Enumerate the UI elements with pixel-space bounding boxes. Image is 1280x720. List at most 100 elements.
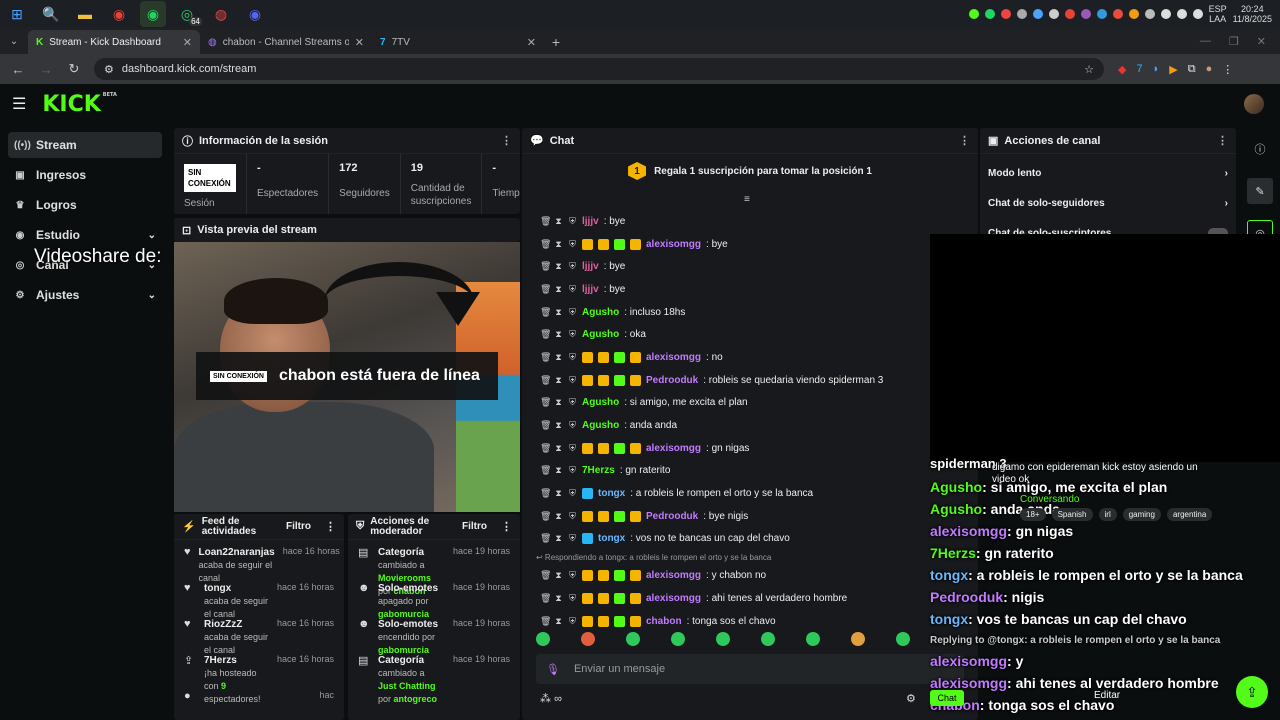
timeout-icon[interactable]: ⧗ <box>554 593 563 604</box>
menu-dots-icon[interactable]: ⋮ <box>1222 63 1233 76</box>
trash-icon[interactable]: 🗑 <box>540 533 551 544</box>
close-icon[interactable]: ✕ <box>183 36 192 49</box>
url-input[interactable]: ⚙ dashboard.kick.com/stream ☆ <box>94 58 1104 80</box>
chat-username[interactable]: Agusho <box>582 420 619 431</box>
kick-logo[interactable]: KICK BETA <box>42 92 117 117</box>
ban-icon[interactable]: ⛨ <box>568 488 577 499</box>
trash-icon[interactable]: 🗑 <box>540 465 551 476</box>
timeout-icon[interactable]: ⧗ <box>554 511 563 522</box>
extension-icon[interactable]: ◆ <box>1118 63 1126 76</box>
close-icon[interactable]: ✕ <box>527 36 536 49</box>
close-window-icon[interactable]: ✕ <box>1257 35 1266 48</box>
app-icon[interactable]: ◍ <box>208 1 234 27</box>
chat-username[interactable]: Pedrooduk <box>646 375 698 386</box>
timeout-icon[interactable]: ⧗ <box>554 375 563 386</box>
emote-icon[interactable] <box>581 632 595 646</box>
7tv-extension-icon[interactable]: 7 <box>1136 63 1142 75</box>
sidebar-item-stream[interactable]: ((•)) Stream <box>8 132 162 158</box>
chrome-icon[interactable]: ◉ <box>106 1 132 27</box>
trash-icon[interactable]: 🗑 <box>540 239 551 250</box>
trash-icon[interactable]: 🗑 <box>540 443 551 454</box>
trash-icon[interactable]: 🗑 <box>540 329 551 340</box>
more-options-icon[interactable]: ⋮ <box>501 134 512 147</box>
chat-input[interactable]: 🎙 Enviar un mensaje <box>536 654 964 684</box>
trash-icon[interactable]: 🗑 <box>540 420 551 431</box>
ban-icon[interactable]: ⛨ <box>568 352 577 363</box>
ban-icon[interactable]: ⛨ <box>568 329 577 340</box>
filter-button[interactable]: Filtro <box>462 521 487 532</box>
edit-icon[interactable]: ✎ <box>1247 178 1273 204</box>
site-info-icon[interactable]: ⚙ <box>104 63 114 76</box>
emote-icon[interactable] <box>671 632 685 646</box>
profile-avatar[interactable]: ● <box>1206 63 1213 75</box>
trash-icon[interactable]: 🗑 <box>540 593 551 604</box>
chat-username[interactable]: alexisomgg <box>646 570 701 581</box>
reload-button[interactable]: ↻ <box>62 57 86 81</box>
tab-channel-streams[interactable]: ◍ chabon - Channel Streams on Kick ✕ <box>200 30 372 54</box>
hamburger-menu-icon[interactable]: ☰ <box>12 94 26 114</box>
ban-icon[interactable]: ⛨ <box>568 616 577 627</box>
feed-user[interactable]: Loan22naranjas <box>199 546 275 559</box>
chat-username[interactable]: alexisomgg <box>646 593 701 604</box>
more-options-icon[interactable]: ⋮ <box>501 520 512 533</box>
spotify-icon[interactable]: ◉ <box>140 1 166 27</box>
ban-icon[interactable]: ⛨ <box>568 216 577 227</box>
search-icon[interactable]: 🔍 <box>38 1 64 27</box>
ban-icon[interactable]: ⛨ <box>568 375 577 386</box>
sidebar-item-logros[interactable]: ♛ Logros <box>8 192 162 218</box>
maximize-icon[interactable]: ❐ <box>1229 35 1239 48</box>
timeout-icon[interactable]: ⧗ <box>554 488 563 499</box>
timeout-icon[interactable]: ⧗ <box>554 465 563 476</box>
chat-settings-icon[interactable]: ⚙ <box>906 692 916 705</box>
chat-username[interactable]: Agusho <box>582 329 619 340</box>
more-options-icon[interactable]: ⋮ <box>1217 134 1228 147</box>
ban-icon[interactable]: ⛨ <box>568 239 577 250</box>
extension-icon[interactable]: ◗ <box>1153 63 1160 75</box>
chat-username[interactable]: ljjjv <box>582 216 599 227</box>
followers-only-item[interactable]: Chat de solo-seguidores › <box>980 188 1236 218</box>
timeout-icon[interactable]: ⧗ <box>554 570 563 581</box>
timeout-icon[interactable]: ⧗ <box>554 239 563 250</box>
more-options-icon[interactable]: ⋮ <box>325 520 336 533</box>
trash-icon[interactable]: 🗑 <box>540 352 551 363</box>
gift-sub-banner[interactable]: 1 Regala 1 suscripción para tomar la pos… <box>522 154 978 188</box>
chat-username[interactable]: alexisomgg <box>646 239 701 250</box>
feed-user[interactable]: RiozZzZ <box>204 618 269 631</box>
chat-username[interactable]: tongx <box>598 488 625 499</box>
tray-app-icon[interactable] <box>1032 9 1043 19</box>
share-icon[interactable]: ⇪ <box>1236 676 1268 708</box>
tag-pill[interactable]: 18+ <box>1020 508 1046 521</box>
ban-icon[interactable]: ⛨ <box>568 511 577 522</box>
extension-icon[interactable]: ▶ <box>1169 63 1177 76</box>
chat-username[interactable]: chabon <box>646 616 682 627</box>
file-explorer-icon[interactable]: ▬ <box>72 1 98 27</box>
trash-icon[interactable]: 🗑 <box>540 616 551 627</box>
timeout-icon[interactable]: ⧗ <box>554 261 563 272</box>
timeout-icon[interactable]: ⧗ <box>554 284 563 295</box>
discord-icon[interactable]: ◉ <box>242 1 268 27</box>
chat-username[interactable]: Agusho <box>582 307 619 318</box>
trash-icon[interactable]: 🗑 <box>540 261 551 272</box>
ban-icon[interactable]: ⛨ <box>568 533 577 544</box>
more-options-icon[interactable]: ⋮ <box>959 134 970 147</box>
forward-button[interactable]: → <box>34 57 58 81</box>
new-tab-button[interactable]: + <box>544 30 568 54</box>
overlay-edit-label[interactable]: Editar <box>1094 690 1120 701</box>
infinity-icon[interactable]: ∞ <box>554 693 562 705</box>
bookmark-star-icon[interactable]: ☆ <box>1084 63 1094 76</box>
back-button[interactable]: ← <box>6 57 30 81</box>
timeout-icon[interactable]: ⧗ <box>554 397 563 408</box>
tag-pill[interactable]: Spanish <box>1051 508 1093 521</box>
tray-app-icon[interactable] <box>1112 9 1123 19</box>
minimize-icon[interactable]: — <box>1200 35 1211 47</box>
mic-icon[interactable]: 🎙 <box>546 663 560 676</box>
filter-button[interactable]: Filtro <box>286 521 311 532</box>
tray-spotify-icon[interactable] <box>984 9 995 19</box>
trash-icon[interactable]: 🗑 <box>540 570 551 581</box>
tab-7tv[interactable]: 7 7TV ✕ <box>372 30 544 54</box>
chat-username[interactable]: tongx <box>598 533 625 544</box>
tag-pill[interactable]: irl <box>1098 508 1117 521</box>
timeout-icon[interactable]: ⧗ <box>554 352 563 363</box>
emote-icon[interactable] <box>761 632 775 646</box>
emote-icon[interactable] <box>716 632 730 646</box>
